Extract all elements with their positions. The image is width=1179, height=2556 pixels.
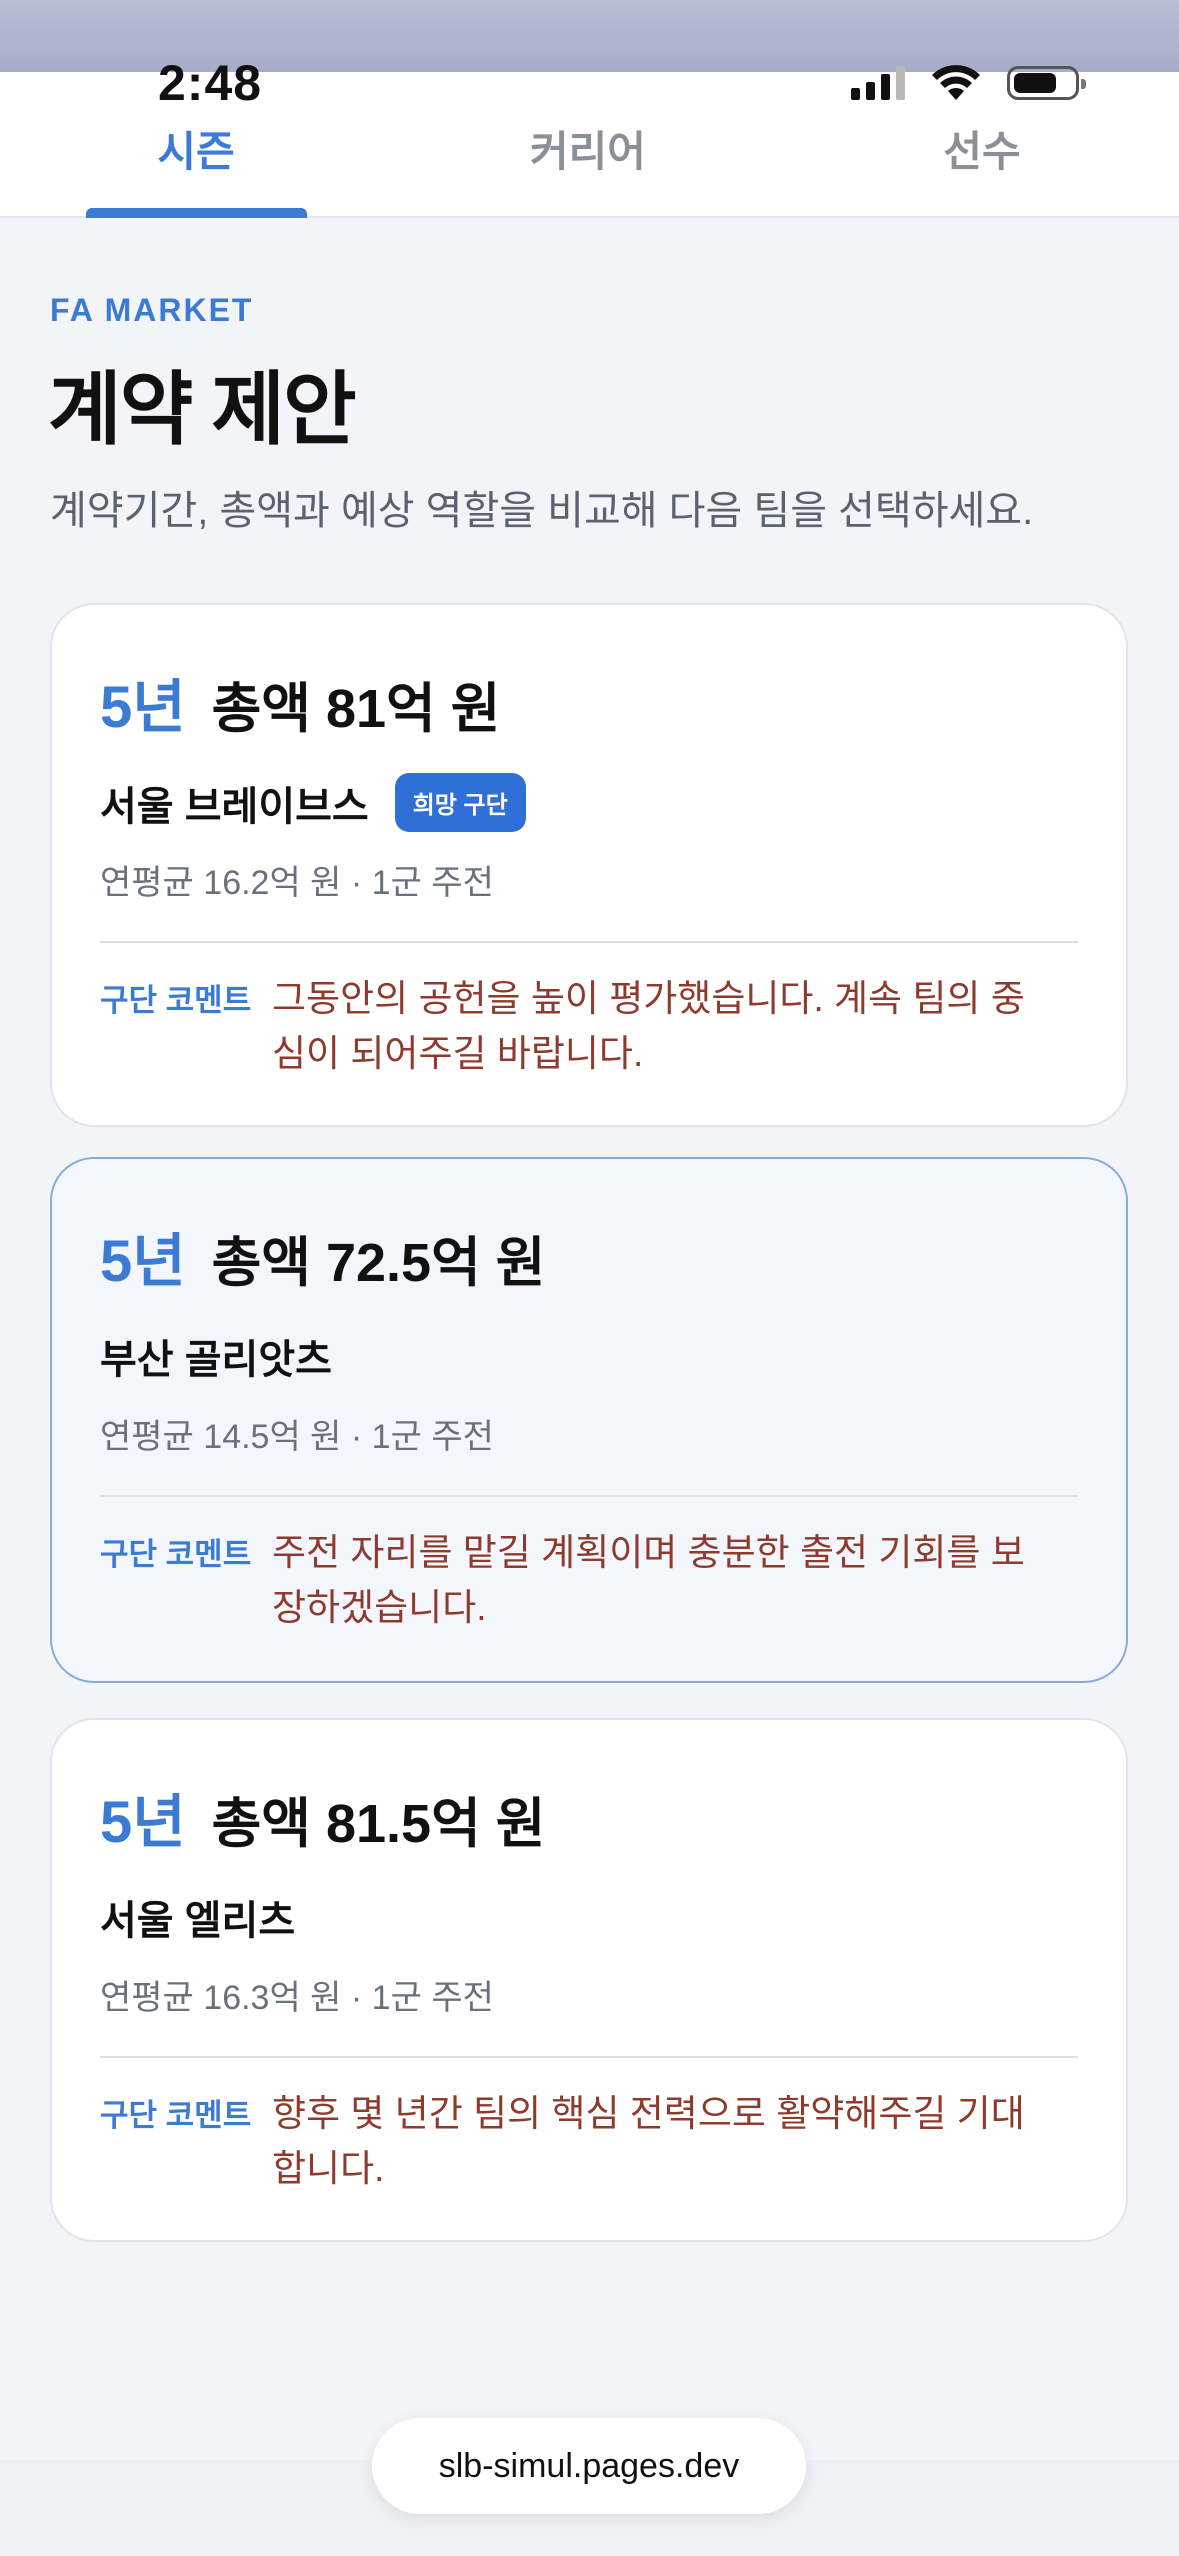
card-divider [100, 2056, 1078, 2058]
browser-url-pill[interactable]: slb-simul.pages.dev [372, 2418, 806, 2514]
offer-total: 총액 81.5억 원 [211, 1794, 546, 1854]
offer-meta: 연평균 14.5억 원 · 1군 주전 [100, 1418, 494, 1456]
tab-player[interactable]: 선수 [852, 118, 1112, 179]
signal-icon [851, 66, 905, 100]
comment-text: 그동안의 공헌을 높이 평가했습니다. 계속 팀의 중심이 되어주길 바랍니다. [272, 978, 1025, 1074]
offer-team: 서울 브레이브스 [100, 784, 369, 829]
comment-text: 주전 자리를 맡길 계획이며 충분한 출전 기회를 보장하겠습니다. [272, 1532, 1025, 1628]
offer-total: 총액 72.5억 원 [211, 1233, 546, 1293]
offer-card-selected[interactable]: 5년 총액 72.5억 원 부산 골리앗츠 연평균 14.5억 원 · 1군 주… [50, 1157, 1128, 1683]
offer-card[interactable]: 5년 총액 81억 원 서울 브레이브스 희망 구단 연평균 16.2억 원 ·… [50, 603, 1128, 1127]
offer-meta: 연평균 16.2억 원 · 1군 주전 [100, 864, 494, 902]
battery-icon [1007, 66, 1086, 100]
comment-label: 구단 코멘트 [100, 983, 252, 1018]
comment-label: 구단 코멘트 [100, 1537, 252, 1572]
wifi-icon [932, 65, 980, 100]
page-subtitle: 계약기간, 총액과 예상 역할을 비교해 다음 팀을 선택하세요. [50, 489, 1034, 533]
offer-card[interactable]: 5년 총액 81.5억 원 서울 엘리츠 연평균 16.3억 원 · 1군 주전… [50, 1718, 1128, 2242]
card-divider [100, 941, 1078, 943]
offer-total: 총액 81억 원 [211, 679, 501, 739]
section-eyebrow: FA MARKET [50, 292, 254, 328]
tab-career[interactable]: 커리어 [458, 118, 718, 179]
comment-text: 향후 몇 년간 팀의 핵심 전력으로 활약해주길 기대합니다. [272, 2093, 1025, 2189]
active-tab-indicator [86, 208, 307, 218]
offer-years: 5년 [100, 675, 186, 740]
offer-team: 부산 골리앗츠 [100, 1338, 332, 1382]
offer-meta: 연평균 16.3억 원 · 1군 주전 [100, 1979, 494, 2017]
preferred-team-badge: 희망 구단 [394, 773, 526, 832]
page-title: 계약 제안 [48, 365, 357, 454]
comment-label: 구단 코멘트 [100, 2098, 252, 2133]
status-time: 2:48 [158, 55, 263, 111]
offer-years: 5년 [100, 1790, 186, 1855]
tab-season[interactable]: 시즌 [66, 118, 326, 179]
card-divider [100, 1495, 1078, 1497]
offer-team: 서울 엘리츠 [100, 1899, 296, 1943]
offer-years: 5년 [100, 1229, 186, 1294]
status-icons [851, 64, 1086, 102]
